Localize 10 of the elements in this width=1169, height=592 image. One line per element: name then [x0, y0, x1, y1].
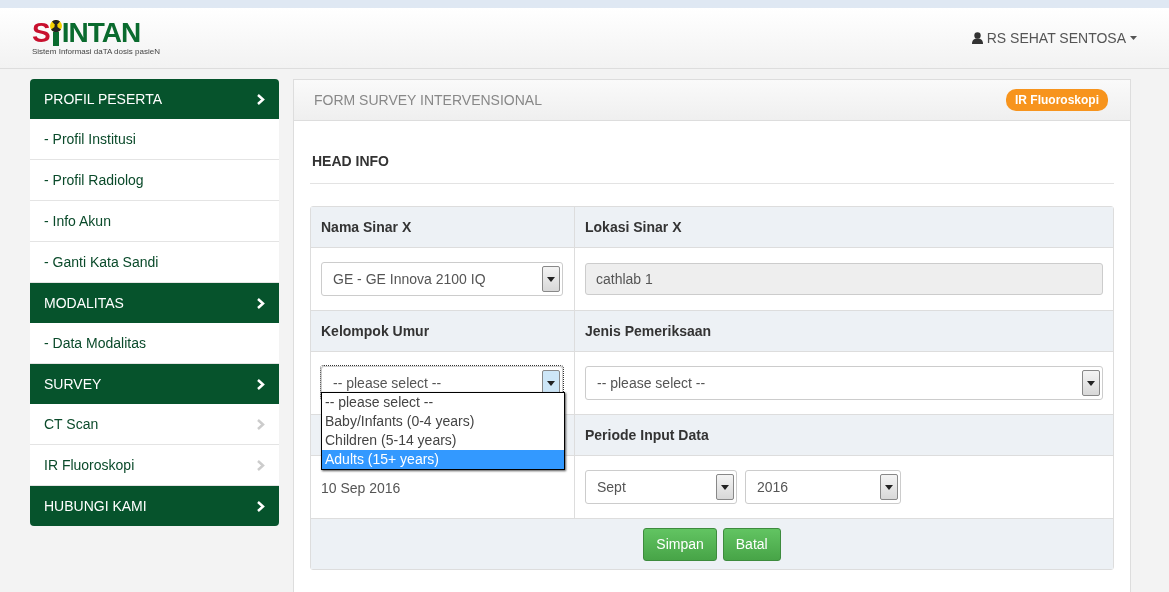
field-label: Kelompok Umur	[321, 323, 430, 339]
section-title: HEAD INFO	[310, 121, 1114, 184]
panel-title: FORM SURVEY INTERVENSIONAL	[314, 92, 542, 108]
field-label: Periode Input Data	[585, 427, 709, 443]
date-text: 10 Sep 2016	[321, 480, 401, 496]
logo-tagline: Sistem Informasi daTA dosis pasieN	[32, 47, 160, 56]
field-label: Jenis Pemeriksaan	[585, 323, 712, 339]
field-label: Nama Sinar X	[321, 219, 412, 235]
modality-badge: IR Fluoroskopi	[1006, 89, 1108, 111]
field-label: Lokasi Sinar X	[585, 219, 682, 235]
